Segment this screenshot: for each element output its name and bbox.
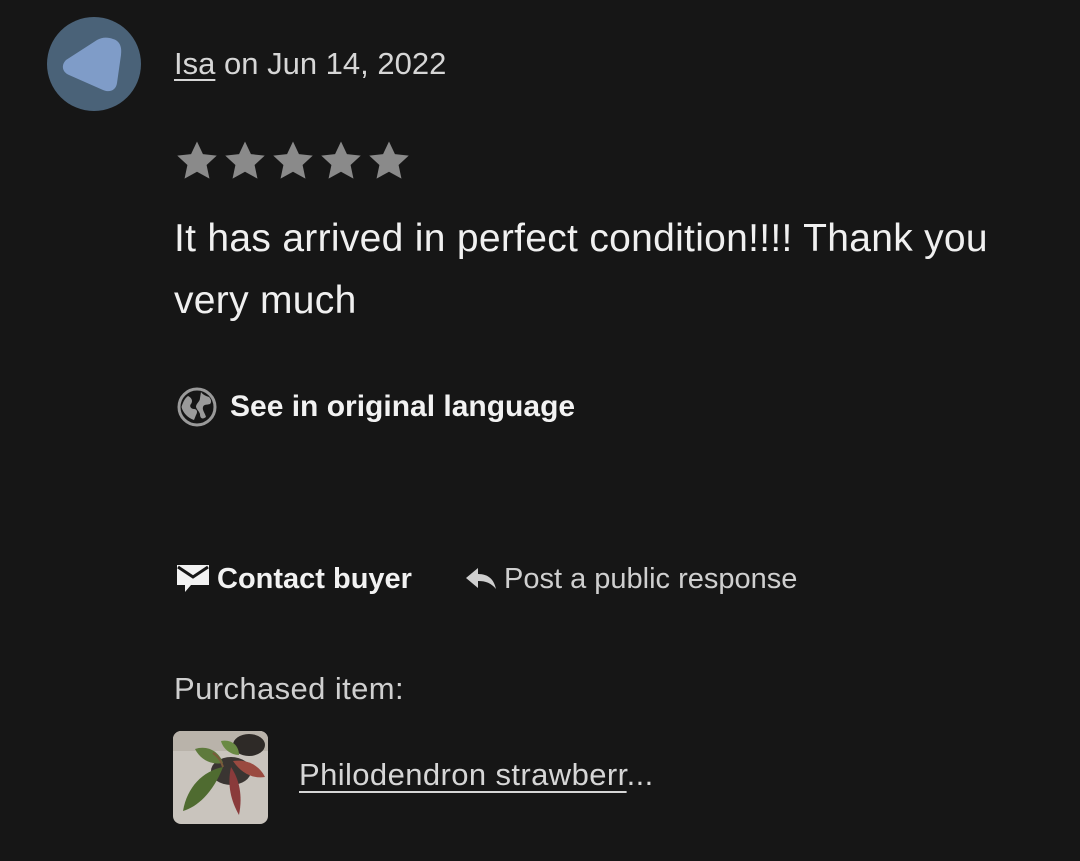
- avatar-shape-icon: [62, 37, 122, 92]
- reply-arrow-icon: [465, 568, 496, 589]
- star-icon: [225, 141, 265, 179]
- purchased-item-ellipsis: ...: [626, 757, 654, 792]
- review-text: It has arrived in perfect condition!!!! …: [174, 217, 988, 322]
- post-public-response-label: Post a public response: [503, 562, 798, 595]
- see-original-language-label: See in original language: [230, 390, 576, 423]
- message-icon: [177, 565, 209, 592]
- review-date: Jun 14, 2022: [267, 46, 447, 81]
- star-icon: [177, 141, 217, 179]
- star-icon: [273, 141, 313, 179]
- purchased-item-link[interactable]: Philodendron strawberr...: [299, 757, 654, 793]
- review-meta: Isa on Jun 14, 2022: [174, 44, 446, 84]
- review-actions: Contact buyer Post a public response: [175, 561, 797, 597]
- author-link[interactable]: Isa: [174, 46, 215, 81]
- post-public-response-button[interactable]: Post a public response: [464, 563, 797, 596]
- date-prefix: on: [215, 46, 268, 81]
- star-icon: [369, 141, 409, 179]
- purchased-item-name: Philodendron strawberr: [299, 757, 627, 792]
- avatar[interactable]: [47, 17, 141, 111]
- star-rating: [174, 138, 412, 184]
- purchased-item-thumbnail[interactable]: [173, 731, 268, 824]
- globe-icon: [177, 387, 217, 427]
- see-original-language-button[interactable]: See in original language: [176, 386, 575, 428]
- contact-buyer-label: Contact buyer: [217, 562, 412, 595]
- contact-buyer-button[interactable]: Contact buyer: [175, 561, 412, 597]
- purchased-item-label: Purchased item:: [174, 671, 404, 706]
- star-icon: [321, 141, 361, 179]
